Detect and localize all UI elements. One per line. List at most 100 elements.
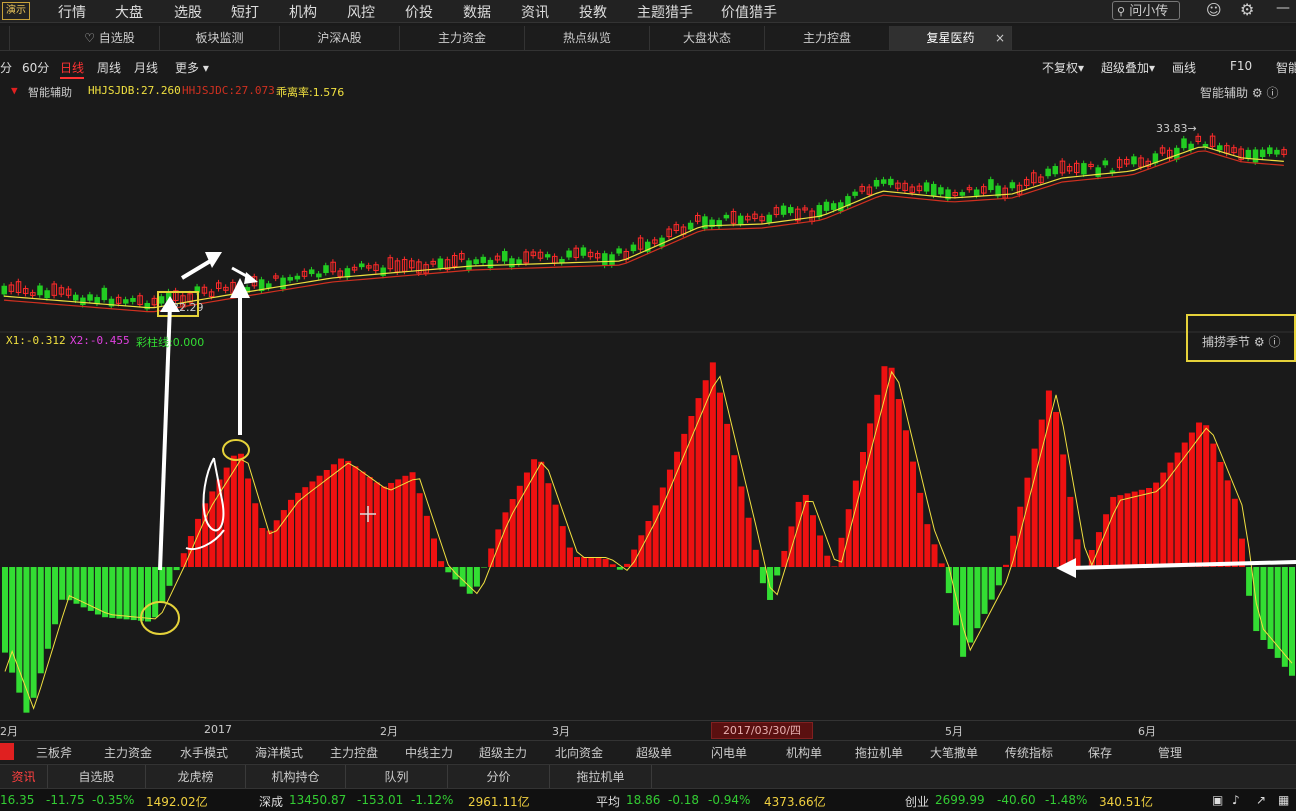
histogram-bar	[145, 567, 151, 622]
menu-item-value-hunter[interactable]: 价值猎手	[721, 2, 777, 22]
indicator-tab[interactable]: 拖拉机单	[855, 744, 903, 761]
demo-badge[interactable]: 演示	[2, 2, 30, 20]
gear-icon[interactable]: ⚙	[1252, 86, 1263, 100]
candle	[323, 265, 329, 274]
search-input[interactable]: ⚲ 问小传	[1112, 1, 1180, 20]
bottom-tab-price-dist[interactable]: 分价	[448, 765, 550, 789]
period-more[interactable]: 更多 ▾	[175, 59, 209, 76]
panel-label[interactable]: 捕捞季节 ⚙ ⓘ	[1202, 333, 1280, 350]
histogram-bar	[59, 567, 66, 600]
menu-item-short-term[interactable]: 短打	[231, 2, 259, 22]
bell-icon[interactable]: ♪	[1232, 793, 1240, 807]
indicator-tab[interactable]: 超级主力	[479, 744, 527, 761]
user-icon[interactable]: ☺	[1206, 1, 1222, 19]
candle	[687, 222, 694, 230]
tab-hidden-left[interactable]	[0, 26, 10, 50]
candle	[1009, 182, 1016, 189]
smart-button[interactable]: 智能	[1276, 59, 1296, 76]
minimize-icon[interactable]: —	[1276, 0, 1290, 16]
histogram-bar	[102, 567, 109, 618]
ticker-name[interactable]: 平均	[596, 793, 620, 810]
histogram-bar	[1024, 477, 1031, 567]
menu-item-quotes[interactable]: 行情	[58, 2, 86, 22]
histogram-bar	[602, 558, 609, 567]
tab-market-state[interactable]: 大盘状态	[650, 26, 765, 50]
indicator-tab[interactable]: 大笔撒单	[930, 744, 978, 761]
histogram-bar	[16, 567, 23, 693]
indicator-tab[interactable]: 超级单	[636, 744, 672, 761]
bottom-tab-dragon-tiger[interactable]: 龙虎榜	[146, 765, 246, 789]
tab-main-control[interactable]: 主力控盘	[765, 26, 890, 50]
histogram-bar	[395, 479, 402, 567]
indicator-tab[interactable]: 水手模式	[180, 744, 228, 761]
candle	[316, 273, 322, 278]
ticker-name[interactable]: 创业	[905, 793, 929, 810]
candle	[1181, 138, 1187, 149]
trend-icon[interactable]: ↗	[1256, 793, 1266, 807]
settings-icon[interactable]: ⚙	[1240, 0, 1254, 19]
indicator-right-text: 智能辅助	[1200, 86, 1249, 100]
adjust-dropdown[interactable]: 不复权▾	[1042, 59, 1084, 76]
candle	[1131, 156, 1137, 165]
menu-item-news[interactable]: 资讯	[521, 2, 549, 22]
gear-icon[interactable]: ⚙	[1254, 335, 1265, 349]
index-ticker: 16.35 -11.75 -0.35% 1492.02亿 深成 13450.87…	[0, 788, 1296, 811]
bottom-tab-bar: 资讯 自选股 龙虎榜 机构持仓 队列 分价 拖拉机单	[0, 764, 1296, 789]
save-button[interactable]: 保存	[1088, 744, 1112, 761]
tab-watchlist[interactable]: ♡ 自选股	[60, 26, 160, 50]
search-placeholder: 问小传	[1129, 4, 1169, 19]
overlay-dropdown[interactable]: 超级叠加▾	[1101, 59, 1155, 76]
indicator-tab[interactable]: 传统指标	[1005, 744, 1053, 761]
help-icon[interactable]: ⓘ	[1268, 335, 1280, 349]
indicator-tab[interactable]: 机构单	[786, 744, 822, 761]
bottom-tab-tractor[interactable]: 拖拉机单	[550, 765, 652, 789]
manage-button[interactable]: 管理	[1158, 744, 1182, 761]
grid-icon[interactable]: ▦	[1278, 793, 1289, 807]
tab-main-funds[interactable]: 主力资金	[400, 26, 525, 50]
lock-icon[interactable]: ▣	[1212, 793, 1223, 807]
candle	[566, 250, 572, 258]
bottom-tab-news[interactable]: 资讯	[0, 765, 48, 789]
indicator-tab[interactable]: 北向资金	[555, 744, 603, 761]
period-monthly[interactable]: 月线	[134, 59, 158, 76]
kline-chart[interactable]: 33.83→ 22.29	[0, 100, 1296, 720]
tab-hot-overview[interactable]: 热点纵览	[525, 26, 650, 50]
tab-a-shares[interactable]: 沪深A股	[280, 26, 400, 50]
tab-stock-fosun[interactable]: 复星医药 ×	[890, 26, 1012, 50]
menu-item-theme-hunter[interactable]: 主题猎手	[637, 2, 693, 22]
menu-item-market[interactable]: 大盘	[115, 2, 143, 22]
menu-item-value-invest[interactable]: 价投	[405, 2, 433, 22]
period-minute[interactable]: 分	[0, 59, 12, 76]
tab-sector-monitor[interactable]: 板块监测	[160, 26, 280, 50]
menu-item-institution[interactable]: 机构	[289, 2, 317, 22]
indicator-tab[interactable]: 三板斧	[36, 744, 72, 761]
histogram-bar	[380, 486, 387, 567]
bottom-tab-watchlist[interactable]: 自选股	[48, 765, 146, 789]
period-60min[interactable]: 60分	[22, 59, 49, 76]
f10-button[interactable]: F10	[1230, 59, 1252, 73]
menu-item-risk[interactable]: 风控	[347, 2, 375, 22]
menu-item-stock-picker[interactable]: 选股	[174, 2, 202, 22]
bottom-tab-institution[interactable]: 机构持仓	[246, 765, 346, 789]
ticker-name[interactable]: 深成	[259, 793, 283, 810]
indicator-name[interactable]: 智能辅助	[28, 84, 72, 100]
menu-item-education[interactable]: 投教	[579, 2, 607, 22]
indicator-tab[interactable]: 主力控盘	[330, 744, 378, 761]
indicator-tab[interactable]: 主力资金	[104, 744, 152, 761]
histogram-bar	[545, 483, 552, 567]
indicator-right-label[interactable]: 智能辅助 ⚙ ⓘ	[1200, 84, 1278, 101]
histogram-bar	[595, 557, 602, 567]
period-daily[interactable]: 日线	[60, 59, 85, 79]
close-icon[interactable]: ×	[995, 26, 1005, 50]
help-icon[interactable]: ⓘ	[1266, 86, 1278, 100]
bottom-tab-queue[interactable]: 队列	[346, 765, 448, 789]
indicator-tab[interactable]: 闪电单	[711, 744, 747, 761]
indicator-tab[interactable]: 海洋模式	[255, 744, 303, 761]
period-weekly[interactable]: 周线	[97, 59, 121, 76]
menu-item-data[interactable]: 数据	[463, 2, 491, 22]
collapse-icon[interactable]: ▼	[11, 84, 18, 97]
indicator-tab[interactable]: 中线主力	[405, 744, 453, 761]
histogram-bar	[588, 557, 595, 567]
draw-line-button[interactable]: 画线	[1172, 59, 1196, 76]
candle	[1, 285, 7, 295]
